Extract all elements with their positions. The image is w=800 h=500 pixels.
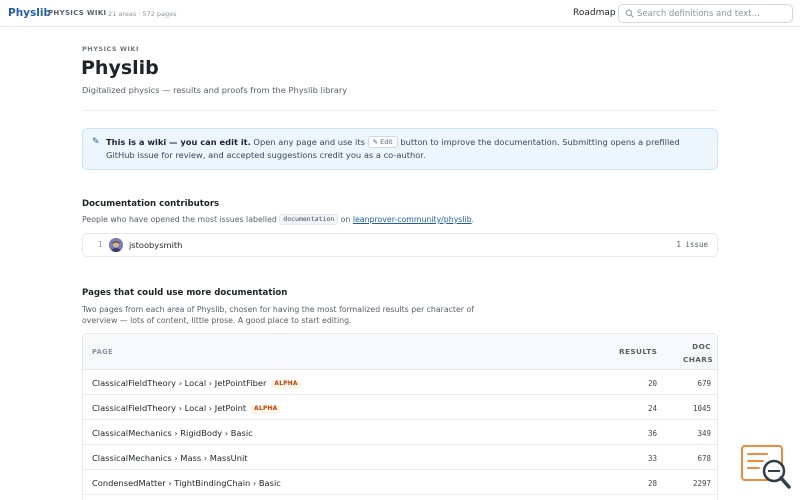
page-path-cell: ClassicalFieldTheory › Local › JetPoint A… <box>92 403 281 414</box>
search-icon <box>625 9 634 18</box>
page-path-cell: CondensedMatter › TightBindingChain › Ba… <box>92 478 281 488</box>
table-header: PAGE RESULTS DOC CHARS <box>83 334 717 370</box>
table-row[interactable]: ClassicalFieldTheory › Local › JetPoint A… <box>83 395 717 420</box>
doc-chars-line-2: CHARS <box>683 355 713 364</box>
top-navigation-bar: Physlib PHYSICS WIKI 21 areas · 572 page… <box>0 0 800 27</box>
search-input[interactable] <box>637 7 787 21</box>
page-subtitle: Digitalized physics — results and proofs… <box>82 85 348 95</box>
table-row[interactable]: ClassicalFieldTheory › Local › JetPointF… <box>83 370 717 395</box>
doc-chars-cell: 349 <box>697 429 711 438</box>
notice-text-part-1: Open any page and use its <box>250 137 368 147</box>
page-path-cell: ClassicalFieldTheory › Local › JetPointF… <box>92 378 301 389</box>
table-row[interactable]: ClassicalMechanics › Mass › MassUnit 33 … <box>83 445 717 470</box>
results-cell: 24 <box>647 404 657 413</box>
pages-heading: Pages that could use more documentation <box>82 288 288 298</box>
wiki-edit-notice: ✎ This is a wiki — you can edit it. Open… <box>82 128 718 170</box>
table-row[interactable]: ClassicalMechanics › RigidBody › Basic 3… <box>83 420 717 445</box>
contributors-description: People who have opened the most issues l… <box>82 214 702 225</box>
contributor-issue-count: 1 issue <box>676 240 708 249</box>
edit-button-example: ✎ Edit <box>367 136 398 148</box>
doc-search-logo-icon[interactable] <box>741 445 793 491</box>
contributor-row[interactable]: 1 jstoobysmith 1 issue <box>82 233 718 257</box>
page-path-cell: ClassicalMechanics › RigidBody › Basic <box>92 428 253 438</box>
site-stats: 21 areas · 572 pages <box>108 9 177 18</box>
column-header-page[interactable]: PAGE <box>92 348 113 356</box>
search-box[interactable] <box>618 4 793 23</box>
alpha-badge: ALPHA <box>271 380 301 389</box>
header-divider <box>82 110 718 111</box>
brand-logo-link[interactable]: Physlib <box>8 7 51 19</box>
doc-chars-cell: 1045 <box>692 404 711 413</box>
label-code: documentation <box>279 214 339 225</box>
notice-strong: This is a wiki — you can edit it. <box>106 137 251 147</box>
table-row[interactable]: CondensedMatter › TightBindingChain › Ba… <box>83 470 717 495</box>
avatar-image-icon <box>109 239 123 252</box>
pencil-icon: ✎ <box>92 137 100 147</box>
brand-section-label: PHYSICS WIKI <box>48 9 107 17</box>
results-cell: 33 <box>647 454 657 463</box>
avatar <box>109 238 123 252</box>
doc-chars-line-1: DOC <box>692 342 711 351</box>
page-title: Physlib <box>81 57 159 79</box>
contributors-desc-mid: on <box>338 215 353 224</box>
doc-chars-cell: 678 <box>697 454 711 463</box>
contributors-desc-text: People who have opened the most issues l… <box>82 215 280 224</box>
page-path-cell: ClassicalMechanics › Mass › MassUnit <box>92 453 248 463</box>
pages-description: Two pages from each area of Physlib, cho… <box>82 305 474 325</box>
page-path: ClassicalFieldTheory › Local › JetPoint <box>92 403 247 413</box>
results-cell: 28 <box>647 479 657 488</box>
contributors-desc-end: . <box>471 215 475 224</box>
results-cell: 20 <box>647 379 657 388</box>
contributor-rank: 1 <box>98 240 103 249</box>
contributors-heading: Documentation contributors <box>82 199 220 209</box>
column-header-doc-chars[interactable]: DOC CHARS <box>683 340 713 366</box>
results-cell: 36 <box>647 429 657 438</box>
doc-chars-cell: 679 <box>697 379 711 388</box>
pages-table: PAGE RESULTS DOC CHARS ClassicalFieldTheo… <box>82 333 718 500</box>
column-header-results[interactable]: RESULTS <box>619 347 657 356</box>
doc-chars-cell: 2297 <box>692 479 711 488</box>
alpha-badge: ALPHA <box>251 405 281 414</box>
notice-text: This is a wiki — you can edit it. Open a… <box>106 136 706 162</box>
contributor-name: jstoobysmith <box>129 240 183 250</box>
repo-link[interactable]: leanprover-community/physlib <box>353 215 472 224</box>
page-path: ClassicalFieldTheory › Local › JetPointF… <box>92 378 267 388</box>
roadmap-link[interactable]: Roadmap <box>573 8 616 18</box>
page-eyebrow: PHYSICS WIKI <box>82 45 139 53</box>
